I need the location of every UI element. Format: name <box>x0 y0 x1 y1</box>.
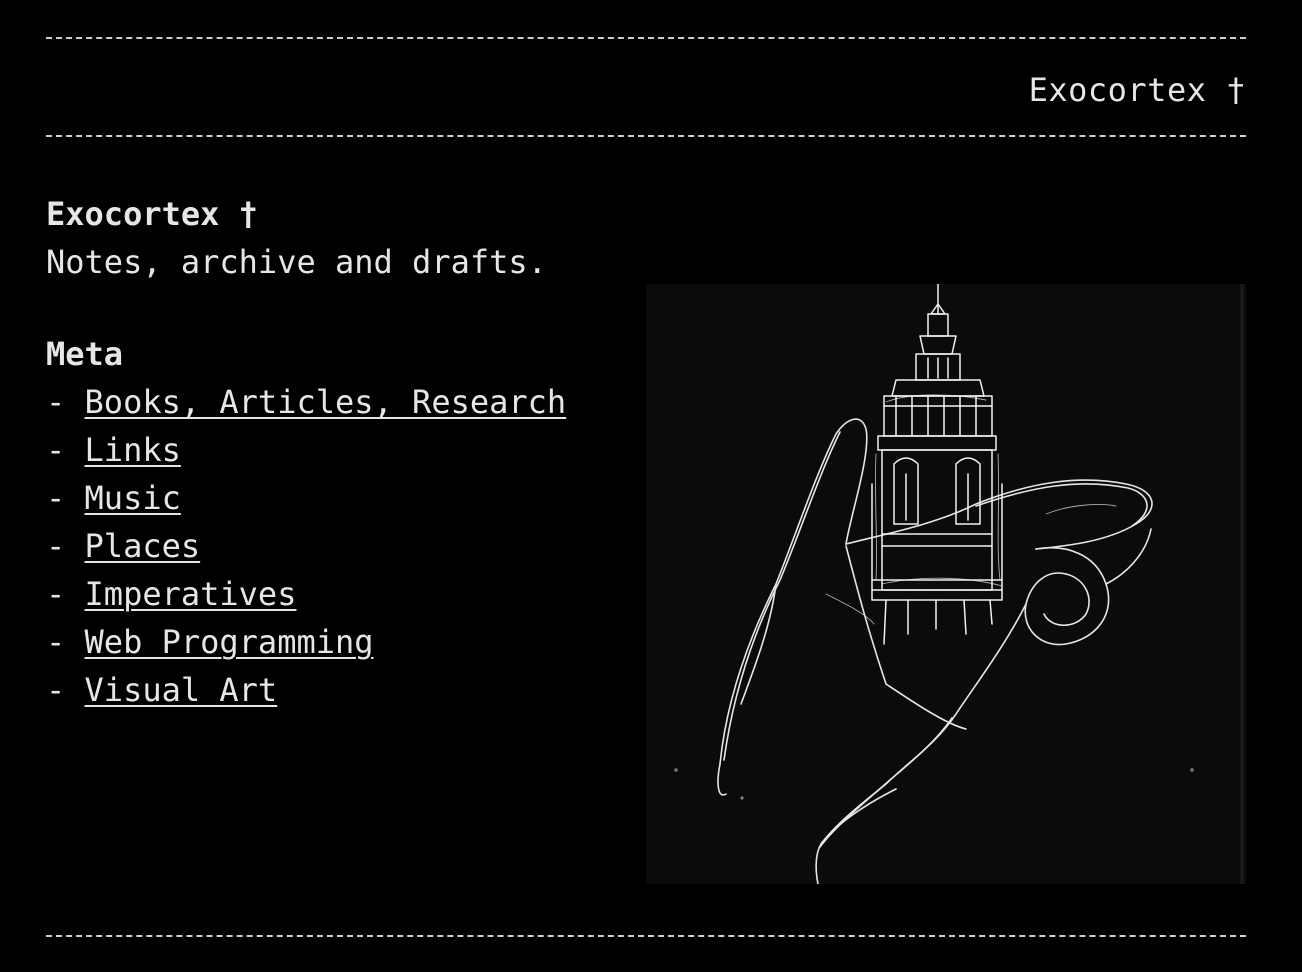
list-bullet: - <box>46 575 85 613</box>
site-title-link[interactable]: Exocortex † <box>1029 66 1246 114</box>
sketch-drawing <box>646 284 1246 884</box>
intro-title: Exocortex † <box>46 195 258 233</box>
link-places[interactable]: Places <box>85 527 201 565</box>
list-bullet: - <box>46 527 85 565</box>
list-item: - Places <box>46 522 626 570</box>
link-music[interactable]: Music <box>85 479 181 517</box>
intro-tagline: Notes, archive and drafts. <box>46 243 547 281</box>
list-bullet: - <box>46 431 85 469</box>
link-web-programming[interactable]: Web Programming <box>85 623 374 661</box>
header-divider <box>46 135 1246 137</box>
link-visual-art[interactable]: Visual Art <box>85 671 278 709</box>
top-divider <box>46 37 1246 39</box>
list-bullet: - <box>46 623 85 661</box>
list-bullet: - <box>46 383 85 421</box>
list-item: - Links <box>46 426 626 474</box>
link-links[interactable]: Links <box>85 431 181 469</box>
main-content: Exocortex † Notes, archive and drafts. M… <box>46 190 626 714</box>
hand-tower-sketch-image <box>646 284 1246 884</box>
list-item: - Imperatives <box>46 570 626 618</box>
footer-divider <box>46 935 1246 937</box>
list-bullet: - <box>46 671 85 709</box>
list-item: - Web Programming <box>46 618 626 666</box>
link-imperatives[interactable]: Imperatives <box>85 575 297 613</box>
link-books-articles-research[interactable]: Books, Articles, Research <box>85 383 567 421</box>
list-item: - Books, Articles, Research <box>46 378 626 426</box>
list-item: - Visual Art <box>46 666 626 714</box>
meta-link-list: - Books, Articles, Research - Links - Mu… <box>46 378 626 714</box>
meta-heading: Meta <box>46 335 124 373</box>
list-item: - Music <box>46 474 626 522</box>
meta-section: Meta - Books, Articles, Research - Links… <box>46 330 626 714</box>
intro-section: Exocortex † Notes, archive and drafts. <box>46 190 626 286</box>
list-bullet: - <box>46 479 85 517</box>
